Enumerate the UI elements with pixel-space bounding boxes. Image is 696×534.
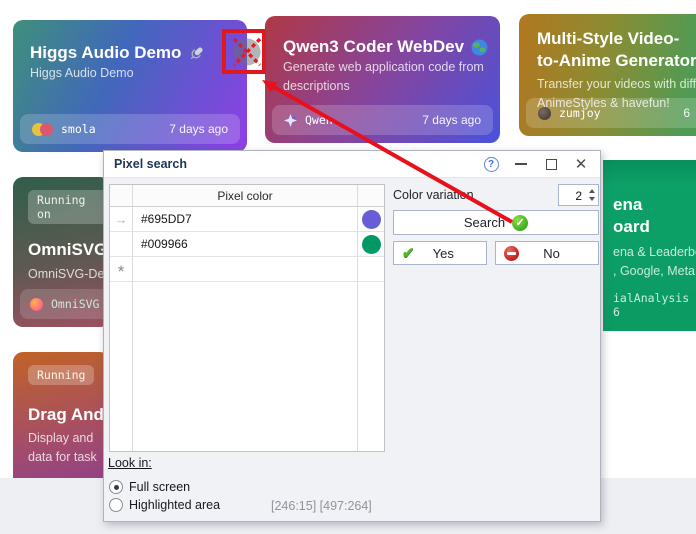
search-button[interactable]: Search ✓ (393, 210, 599, 235)
card-owner[interactable]: Qwen (305, 113, 333, 127)
card-title: Qwen3 Coder WebDev (283, 36, 500, 58)
maximize-button[interactable] (542, 155, 560, 173)
card-owner[interactable]: smola (61, 122, 96, 136)
status-badge: Running (28, 365, 94, 385)
search-check-icon: ✓ (512, 215, 528, 231)
look-in-label: Look in: (108, 456, 152, 470)
close-button[interactable]: ✕ (572, 155, 590, 173)
table-header: Pixel color (110, 185, 384, 207)
card-title: Higgs Audio Demo (30, 42, 247, 64)
radio-full-screen[interactable]: Full screen (109, 479, 190, 495)
card-footer: zumjoy 6 (526, 98, 696, 128)
card-footer: OmniSVG (20, 289, 110, 319)
help-icon: ? (484, 157, 499, 172)
screen: Higgs Audio Demo Higgs Audio Demo smola … (0, 0, 696, 534)
card-subtitle-line1: Generate web application code from (283, 58, 500, 77)
card-title-line2: to-Anime Generator (537, 50, 696, 72)
card-owner[interactable]: OmniSVG (51, 297, 99, 311)
new-row-marker: * (110, 262, 132, 276)
row-arrow-icon: → (115, 212, 128, 227)
card-title-line2: oard (613, 216, 696, 238)
highlighted-area-label: Highlighted area (129, 498, 220, 512)
yes-button[interactable]: ✔ Yes (393, 241, 487, 265)
pixel-color-table[interactable]: Pixel color → #695DD7 #009966 * (109, 184, 385, 452)
space-card-higgs-audio[interactable]: Higgs Audio Demo Higgs Audio Demo smola … (13, 20, 247, 152)
full-screen-label: Full screen (129, 480, 190, 494)
space-card-qwen3-coder[interactable]: Qwen3 Coder WebDev Generate web applicat… (265, 16, 500, 143)
current-row-marker: → (110, 212, 132, 227)
card-footer: smola 7 days ago (20, 114, 240, 144)
globe-icon (471, 39, 488, 56)
maximize-icon (546, 159, 557, 170)
minimize-icon (515, 163, 527, 165)
column-header-pixel-color: Pixel color (132, 185, 358, 207)
table-row[interactable]: → #695DD7 (110, 207, 384, 232)
card-title: Drag And (28, 404, 110, 426)
color-swatch (362, 235, 381, 254)
color-variation-label: Color variation (393, 188, 474, 202)
card-subtitle-line2: descriptions (283, 77, 500, 96)
card-title: OmniSVG (28, 239, 110, 261)
pixel-color-cell[interactable]: #009966 (132, 237, 358, 251)
card-subtitle-line2: , Google, Meta, +) (613, 262, 696, 281)
spin-down-icon[interactable] (589, 197, 595, 201)
help-button[interactable]: ? (482, 155, 500, 173)
color-swatch (362, 210, 381, 229)
space-card-omnisvg[interactable]: Running on OmniSVG OmniSVG-De OmniSVG (13, 177, 110, 327)
space-card-arena-leaderboard[interactable]: ena oard ena & Leaderboar , Google, Meta… (603, 160, 696, 331)
card-owner[interactable]: zumjoy (559, 106, 601, 120)
card-subtitle: OmniSVG-De (28, 265, 110, 284)
spin-up-icon[interactable] (589, 189, 595, 193)
card-footer: Qwen 7 days ago (272, 105, 493, 135)
card-updated: 7 days ago (169, 122, 228, 136)
space-card-drag-and[interactable]: Running Drag And Display and data for ta… (13, 352, 110, 492)
card-title-line1: ena (613, 194, 696, 216)
highlighted-area-coordinates: [246:15] [497:264] (271, 499, 372, 513)
radio-highlighted-area[interactable]: Highlighted area (109, 497, 220, 513)
card-subtitle-line2: data for task (28, 448, 110, 467)
card-title-line1: Multi-Style Video- (537, 28, 696, 50)
avatar (32, 123, 53, 136)
card-footer-text: ialAnalysis 6 (613, 291, 696, 319)
pixel-color-cell[interactable]: #695DD7 (132, 212, 358, 226)
card-subtitle-line1: Display and (28, 429, 110, 448)
card-updated: 6 (683, 106, 690, 120)
card-updated: 7 days ago (422, 113, 481, 127)
avatar (30, 298, 43, 311)
radio-icon-selected[interactable] (109, 480, 123, 494)
table-row-new[interactable]: * (110, 257, 384, 282)
status-badge: Running on (28, 190, 110, 224)
color-variation-spinner[interactable]: 2 (558, 184, 599, 206)
swatch-cell (358, 210, 384, 229)
microphone-icon (188, 45, 205, 62)
swatch-cell (358, 235, 384, 254)
avatar (538, 107, 551, 120)
new-row-icon: * (118, 262, 125, 281)
space-card-video-to-anime[interactable]: Multi-Style Video- to-Anime Generator Tr… (519, 14, 696, 136)
card-subtitle: Higgs Audio Demo (30, 64, 247, 83)
qwen-logo-icon (284, 114, 297, 127)
table-row[interactable]: #009966 (110, 232, 384, 257)
radio-icon-unselected[interactable] (109, 498, 123, 512)
no-button-label: No (519, 246, 584, 261)
minimize-button[interactable] (512, 155, 530, 173)
close-icon: ✕ (575, 157, 588, 172)
yes-button-label: Yes (415, 246, 472, 261)
dialog-titlebar[interactable]: Pixel search ? ✕ (104, 151, 600, 178)
color-variation-value[interactable]: 2 (559, 185, 585, 205)
no-stop-icon (504, 246, 519, 261)
search-button-label: Search (464, 215, 505, 230)
no-button[interactable]: No (495, 241, 599, 265)
spinner-arrows[interactable] (585, 185, 598, 205)
card-subtitle-line1: ena & Leaderboar (613, 243, 696, 262)
card-subtitle-line1: Transfer your videos with diff (537, 75, 696, 94)
pixel-search-dialog: Pixel search ? ✕ Pixel color → #695DD7 (103, 150, 601, 522)
dialog-title: Pixel search (114, 157, 470, 171)
yes-check-icon: ✔ (402, 244, 415, 262)
